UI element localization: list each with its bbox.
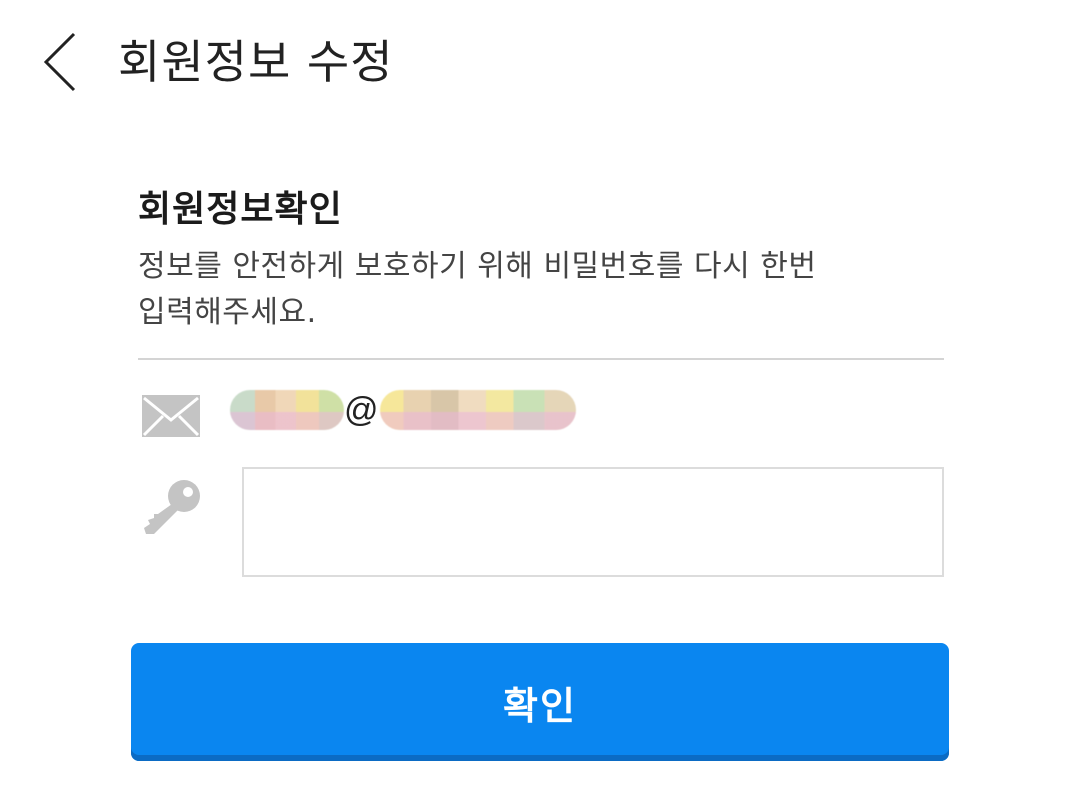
email-display: @ xyxy=(230,386,590,438)
redacted-email-local-part xyxy=(230,390,344,430)
key-icon xyxy=(144,480,200,534)
description-line-2: 입력해주세요. xyxy=(138,295,317,330)
section-title: 회원정보확인 xyxy=(138,189,343,230)
email-at-sign: @ xyxy=(344,391,379,429)
confirm-button-label: 확인 xyxy=(503,683,577,728)
section-description: 정보를 안전하게 보호하기 위해 비밀번호를 다시 한번 입력해주세요. xyxy=(138,244,938,336)
edit-profile-page: 회원정보 수정 회원정보확인 정보를 안전하게 보호하기 위해 비밀번호를 다시… xyxy=(0,0,1080,804)
divider xyxy=(138,358,944,360)
redacted-email-domain xyxy=(380,390,576,430)
envelope-icon xyxy=(142,395,200,437)
page-title: 회원정보 수정 xyxy=(118,35,394,89)
confirm-button[interactable]: 확인 xyxy=(131,643,949,761)
chevron-left-icon xyxy=(43,32,76,92)
header: 회원정보 수정 xyxy=(0,0,1080,130)
back-button[interactable] xyxy=(34,28,94,98)
password-input[interactable] xyxy=(242,467,944,577)
description-line-1: 정보를 안전하게 보호하기 위해 비밀번호를 다시 한번 xyxy=(138,249,817,284)
